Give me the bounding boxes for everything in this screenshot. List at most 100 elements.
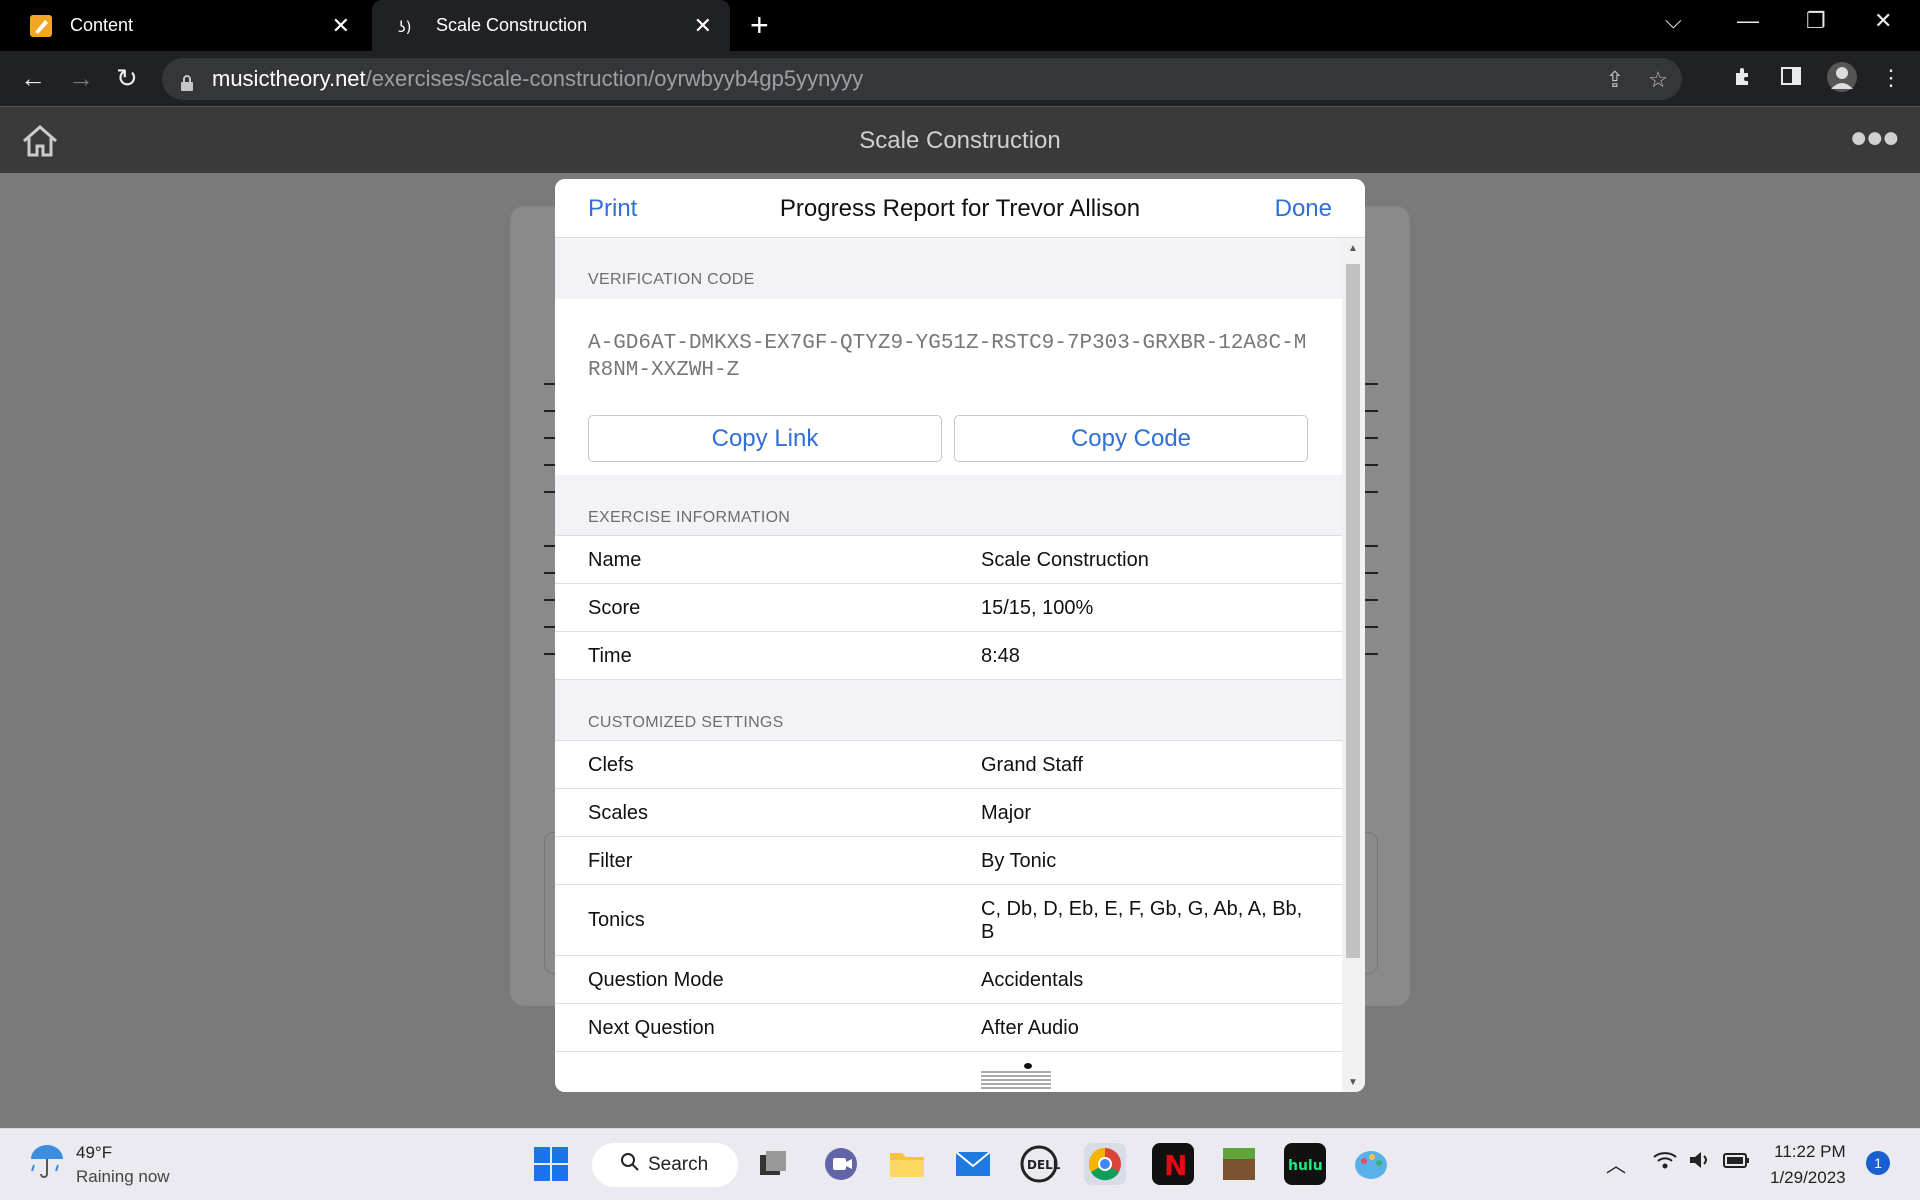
search-icon [620,1152,640,1178]
table-row [555,1052,1342,1092]
system-clock[interactable]: 11:22 PM 1/29/2023 [1770,1139,1846,1191]
mail-icon[interactable] [952,1143,994,1185]
row-value: 8:48 [981,645,1020,667]
umbrella-rain-icon [28,1141,66,1189]
search-label: Search [648,1154,709,1175]
file-explorer-icon[interactable] [886,1143,928,1185]
row-key: Next Question [588,1017,715,1039]
row-key: Filter [588,850,633,872]
address-bar[interactable]: musictheory.net/exercises/scale-construc… [162,58,1682,100]
wifi-icon[interactable] [1652,1149,1678,1177]
table-row: Next Question After Audio [555,1004,1342,1052]
done-button[interactable]: Done [1275,195,1332,223]
verification-code: A-GD6AT-DMKXS-EX7GF-QTYZ9-YG51Z-RSTC9-7P… [588,332,1307,382]
chrome-icon[interactable] [1084,1143,1126,1185]
scroll-down-icon[interactable]: ▼ [1348,1077,1358,1088]
browser-menu-icon[interactable]: ⋮ [1880,65,1902,91]
dialog-header: Print Progress Report for Trevor Allison… [555,179,1365,238]
copy-link-button[interactable]: Copy Link [588,415,942,462]
restore-icon[interactable]: ❐ [1806,8,1826,34]
row-value: By Tonic [981,850,1057,872]
star-icon[interactable]: ☆ [1648,67,1668,93]
table-row: Question Mode Accidentals [555,956,1342,1004]
row-key: Score [588,597,641,619]
dell-icon[interactable]: DELL [1018,1143,1061,1185]
page-title: Scale Construction [859,127,1061,154]
notification-badge[interactable]: 1 [1866,1151,1890,1175]
table-row: Scales Major [555,789,1342,837]
side-panel-icon[interactable] [1780,65,1802,93]
dialog-title: Progress Report for Trevor Allison [779,195,1141,222]
hulu-icon[interactable]: hulu [1284,1143,1326,1185]
row-value: After Audio [981,1017,1079,1039]
section-header-exercise: EXERCISE INFORMATION [588,509,791,526]
tab-search-icon[interactable]: ⌵ [1665,8,1682,34]
teams-chat-icon[interactable] [820,1143,862,1185]
pencil-icon [30,14,52,37]
close-tab-icon[interactable]: ✕ [332,13,350,39]
more-options-icon[interactable]: ●●● [1850,121,1900,155]
forward-icon[interactable]: → [68,63,94,93]
back-icon[interactable]: ← [20,63,46,93]
row-value: Grand Staff [981,754,1083,776]
row-key: Time [588,645,632,667]
row-key: Scales [588,802,649,824]
tab-label: Content [70,15,134,35]
task-view-icon[interactable] [752,1143,794,1185]
clock-time: 11:22 PM [1774,1142,1846,1161]
scroll-up-icon[interactable]: ▲ [1348,243,1358,254]
weather-widget[interactable]: 49°F Raining now [28,1141,170,1189]
battery-icon[interactable] [1722,1149,1750,1177]
svg-text:N: N [1164,1149,1187,1182]
extensions-icon[interactable] [1732,65,1756,95]
taskbar-search-button[interactable]: Search [592,1143,738,1187]
show-hidden-icons-icon[interactable]: ︿ [1606,1149,1626,1178]
clock-date: 1/29/2023 [1770,1168,1846,1187]
row-key: Tonics [588,909,645,931]
minimize-icon[interactable]: — [1737,8,1759,34]
weather-desc: Raining now [76,1167,170,1186]
weather-temp: 49°F [76,1143,113,1162]
row-key: Clefs [588,754,634,776]
tab-content[interactable]: Content ✕ [0,0,368,51]
table-row: Score 15/15, 100% [555,584,1342,632]
reload-icon[interactable]: ↻ [116,63,138,93]
tab-scale-construction[interactable]: ʖ) Scale Construction ✕ [372,0,730,51]
row-value: 15/15, 100% [981,597,1094,619]
volume-icon[interactable] [1688,1149,1712,1177]
row-key: Name [588,549,642,571]
close-tab-icon[interactable]: ✕ [694,13,712,39]
close-window-icon[interactable]: ✕ [1874,8,1892,34]
row-value: Accidentals [981,969,1084,991]
progress-report-dialog: Print Progress Report for Trevor Allison… [555,179,1365,1092]
row-value: Major [981,802,1032,824]
tab-label: Scale Construction [436,15,588,35]
svg-text:ʖ): ʖ) [398,18,412,36]
new-tab-button[interactable]: + [750,8,769,42]
url-path: /exercises/scale-construction/oyrwbyyb4g… [365,66,864,91]
svg-text:hulu: hulu [1288,1158,1323,1174]
row-value: Scale Construction [981,549,1149,571]
share-icon[interactable]: ⇪ [1606,67,1624,93]
row-key: Question Mode [588,969,724,991]
table-row: Tonics C, Db, D, Eb, E, F, Gb, G, Ab, A,… [555,885,1342,956]
table-row: Name Scale Construction [555,536,1342,584]
table-row: Clefs Grand Staff [555,741,1342,789]
copy-code-button[interactable]: Copy Code [954,415,1308,462]
scrollbar-thumb[interactable] [1346,264,1360,958]
section-header-verification: VERIFICATION CODE [588,271,755,288]
profile-avatar[interactable] [1826,61,1858,99]
dialog-scrollbar[interactable]: ▲ ▼ [1342,239,1365,1092]
musictheory-icon: ʖ) [396,15,418,37]
paint-icon[interactable] [1350,1143,1392,1185]
netflix-icon[interactable]: N [1152,1143,1194,1185]
svg-text:DELL: DELL [1027,1158,1060,1172]
browser-tab-bar: Content ✕ ʖ) Scale Construction ✕ + ⌵ — … [0,0,1920,51]
table-row: Filter By Tonic [555,837,1342,885]
table-row: Time 8:48 [555,632,1342,680]
minecraft-icon[interactable] [1218,1143,1260,1185]
windows-start-icon[interactable] [530,1143,572,1185]
taskbar: 49°F Raining now Search DELL N hulu ︿ 11… [0,1128,1920,1200]
dialog-body[interactable]: VERIFICATION CODE A-GD6AT-DMKXS-EX7GF-QT… [555,239,1342,1092]
app-header: Scale Construction ●●● [0,106,1920,173]
